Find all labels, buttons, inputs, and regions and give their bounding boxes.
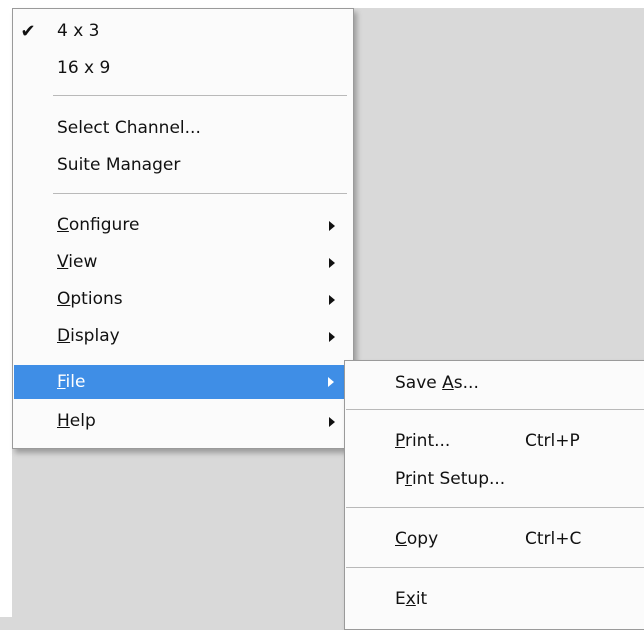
- menu-item-label: Print Setup...: [395, 469, 506, 489]
- menu-item-print-setup[interactable]: Print Setup...: [345, 461, 644, 498]
- menu-item-print[interactable]: Print... Ctrl+P: [345, 423, 644, 460]
- menu-item-label: 4 x 3: [57, 21, 100, 41]
- menu-item-4x3[interactable]: ✔ 4 x 3: [13, 13, 353, 50]
- menu-item-label: File: [57, 372, 86, 392]
- menu-item-label: 16 x 9: [57, 58, 111, 78]
- shortcut-label: Ctrl+P: [525, 431, 580, 451]
- window-left-strip: [0, 0, 12, 617]
- menu-item-label: Configure: [57, 215, 140, 235]
- menu-item-exit[interactable]: Exit: [345, 581, 644, 618]
- submenu-arrow-icon: [329, 258, 335, 268]
- file-submenu: Save As... Print... Ctrl+P Print Setup..…: [344, 360, 644, 630]
- menu-item-label: Copy: [395, 529, 439, 549]
- menu-separator: [346, 409, 644, 410]
- menu-separator: [53, 95, 347, 96]
- menu-item-label: Help: [57, 411, 96, 431]
- menu-item-suite-manager[interactable]: Suite Manager: [13, 147, 353, 184]
- menu-separator: [346, 567, 644, 568]
- menu-item-options[interactable]: Options: [13, 281, 353, 318]
- menu-item-copy[interactable]: Copy Ctrl+C: [345, 521, 644, 558]
- menu-item-view[interactable]: View: [13, 244, 353, 281]
- menu-separator: [346, 507, 644, 508]
- menu-item-configure[interactable]: Configure: [13, 207, 353, 244]
- menu-item-select-channel[interactable]: Select Channel...: [13, 110, 353, 147]
- menu-item-label: Save As...: [395, 373, 479, 393]
- submenu-arrow-icon: [329, 332, 335, 342]
- submenu-arrow-icon: [329, 295, 335, 305]
- menu-item-label: Select Channel...: [57, 118, 201, 138]
- menu-item-label: Exit: [395, 589, 428, 609]
- menu-item-label: Suite Manager: [57, 155, 181, 175]
- submenu-arrow-icon: [329, 221, 335, 231]
- submenu-arrow-icon: [329, 417, 335, 427]
- menu-item-file[interactable]: File: [14, 365, 352, 399]
- context-menu: ✔ 4 x 3 16 x 9 Select Channel... Suite M…: [12, 8, 354, 449]
- menu-item-save-as[interactable]: Save As...: [345, 365, 644, 402]
- shortcut-label: Ctrl+C: [525, 529, 582, 549]
- menu-item-label: View: [57, 252, 98, 272]
- menu-item-display[interactable]: Display: [13, 318, 353, 355]
- submenu-arrow-icon: [328, 377, 334, 387]
- menu-item-16x9[interactable]: 16 x 9: [13, 50, 353, 87]
- checkmark-icon: ✔: [20, 21, 36, 42]
- menu-item-label: Print...: [395, 431, 451, 451]
- menu-item-label: Options: [57, 289, 123, 309]
- menu-separator: [53, 193, 347, 194]
- menu-item-label: Display: [57, 326, 120, 346]
- window-top-strip: [0, 0, 644, 8]
- menu-item-help[interactable]: Help: [13, 403, 353, 440]
